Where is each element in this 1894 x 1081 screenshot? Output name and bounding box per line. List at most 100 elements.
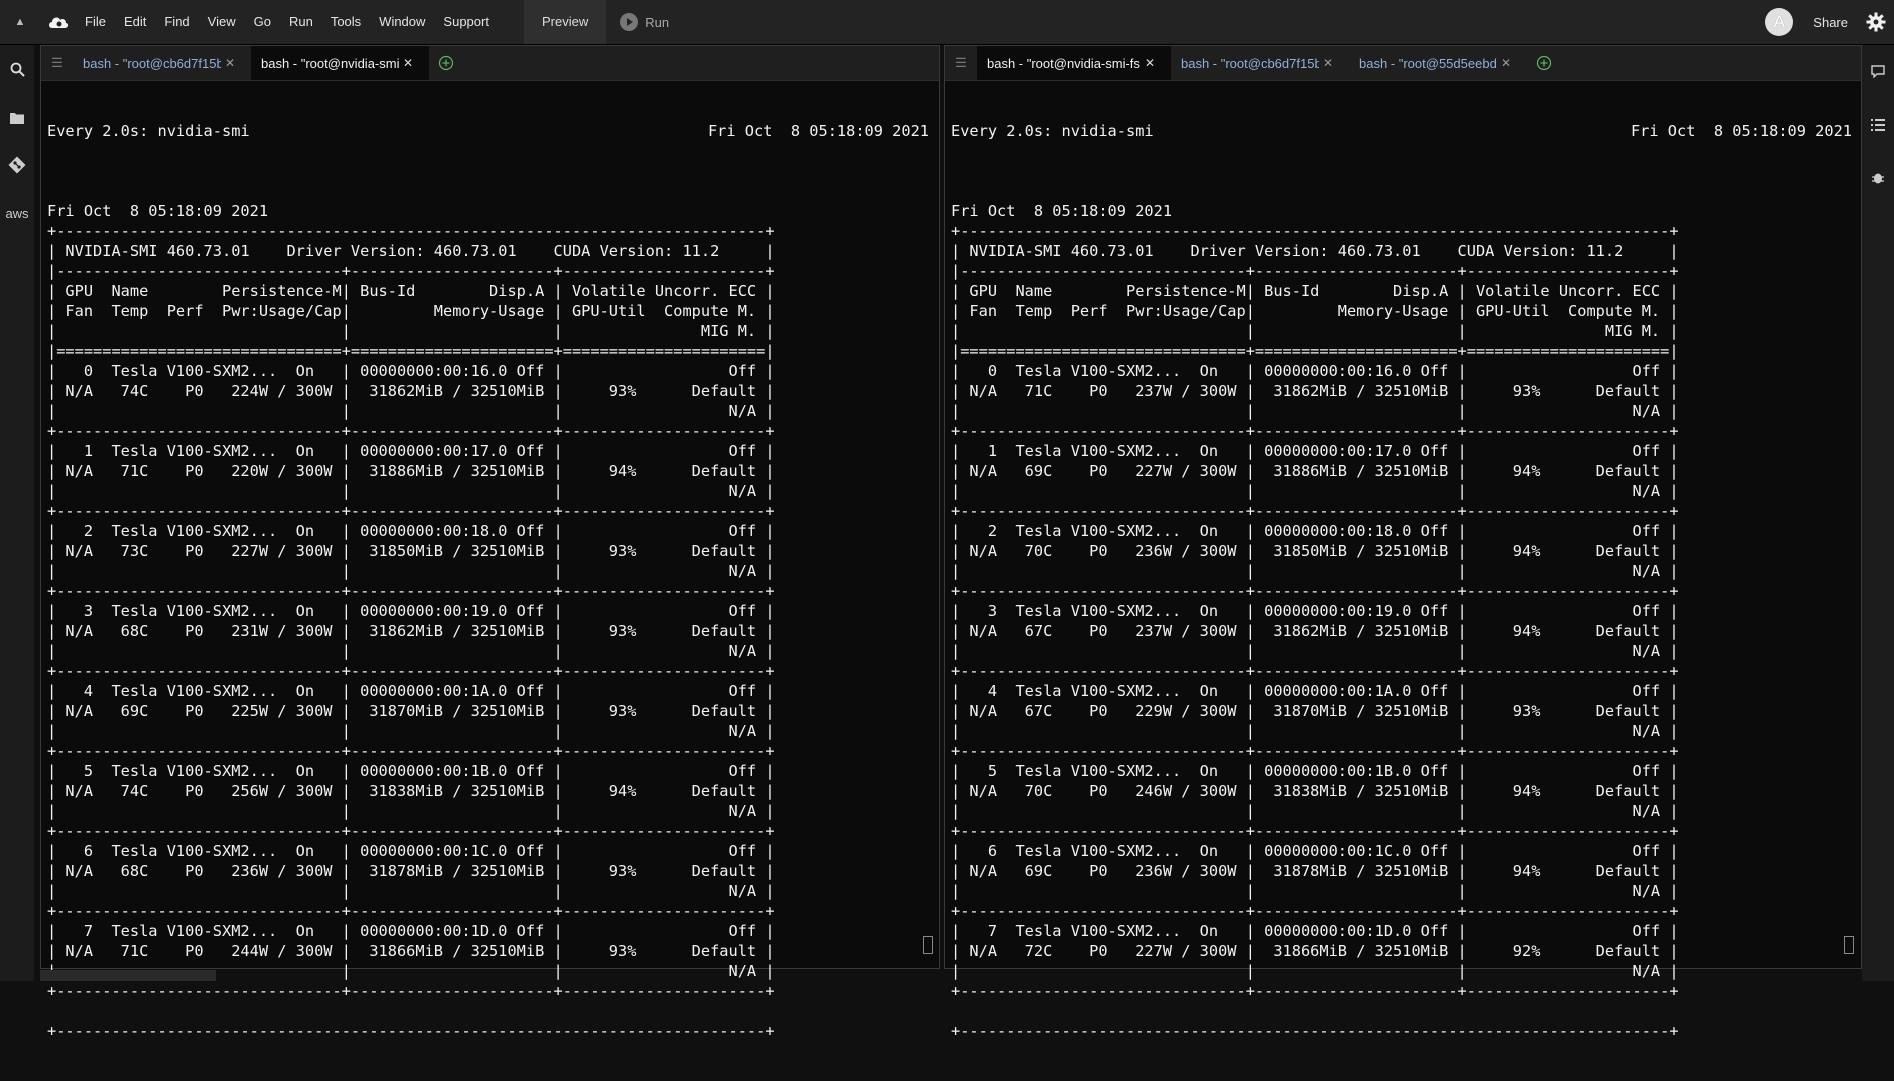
close-icon[interactable]: ✕ — [225, 56, 235, 70]
terminal-output-right[interactable]: Every 2.0s: nvidia-smi Fri Oct 8 05:18:09… — [945, 81, 1861, 1081]
menu-run[interactable]: Run — [280, 0, 322, 44]
left-activity-bar: aws — [0, 45, 34, 981]
tab-bash-nvidia-smi-m[interactable]: bash - "root@nvidia-smi-m ✕ — [251, 46, 429, 80]
scrollbar[interactable] — [1844, 936, 1854, 954]
terminal-line: |===============================+=======… — [951, 342, 1679, 360]
close-icon[interactable]: ✕ — [1323, 56, 1333, 70]
terminal-line: +-------------------------------+-------… — [951, 982, 1679, 1000]
pane-menu-icon[interactable]: ☰ — [945, 46, 977, 80]
terminal-line: | NVIDIA-SMI 460.73.01 Driver Version: 4… — [951, 242, 1679, 260]
tab-bash-55d5eebd6e[interactable]: bash - "root@55d5eebd6e ✕ — [1349, 46, 1527, 80]
aws-icon[interactable]: aws — [0, 189, 34, 237]
menu-window[interactable]: Window — [370, 0, 434, 44]
close-icon[interactable]: ✕ — [1501, 56, 1511, 70]
terminal-line: | 3 Tesla V100-SXM2... On | 00000000:00:… — [47, 602, 775, 620]
search-icon[interactable] — [0, 45, 34, 93]
watch-command: Every 2.0s: nvidia-smi — [951, 122, 1154, 140]
avatar[interactable]: A — [1765, 8, 1794, 36]
terminal-line: | N/A 73C P0 227W / 300W | 31850MiB / 32… — [47, 542, 775, 560]
close-icon[interactable]: ✕ — [1145, 56, 1155, 70]
terminal-line: | 5 Tesla V100-SXM2... On | 00000000:00:… — [951, 762, 1679, 780]
terminal-line: | N/A 71C P0 237W / 300W | 31862MiB / 32… — [951, 382, 1679, 400]
preview-button[interactable]: Preview — [523, 0, 607, 44]
terminal-line: | 6 Tesla V100-SXM2... On | 00000000:00:… — [951, 842, 1679, 860]
terminal-line: | N/A 68C P0 231W / 300W | 31862MiB / 32… — [47, 622, 775, 640]
terminal-line: | 7 Tesla V100-SXM2... On | 00000000:00:… — [47, 922, 775, 940]
terminal-line: | | | N/A | — [47, 402, 775, 420]
cloud9-logo-icon[interactable] — [40, 14, 76, 30]
tab-bash-cb6d7f15b9[interactable]: bash - "root@cb6d7f15b9 ✕ — [1171, 46, 1349, 80]
git-icon[interactable] — [0, 141, 34, 189]
comment-icon[interactable] — [1862, 45, 1894, 98]
terminal-line: | N/A 67C P0 237W / 300W | 31862MiB / 32… — [951, 622, 1679, 640]
terminal-output-left[interactable]: Every 2.0s: nvidia-smi Fri Oct 8 05:18:09… — [41, 81, 939, 1081]
terminal-line: | | | MIG M. | — [951, 322, 1679, 340]
terminal-line: | 5 Tesla V100-SXM2... On | 00000000:00:… — [47, 762, 775, 780]
close-icon[interactable]: ✕ — [403, 56, 413, 70]
menu-tools[interactable]: Tools — [322, 0, 370, 44]
terminal-line: | 4 Tesla V100-SXM2... On | 00000000:00:… — [951, 682, 1679, 700]
terminal-line: +---------------------------------------… — [47, 1022, 775, 1040]
tab-bash-nvidia-smi-fs[interactable]: bash - "root@nvidia-smi-fs ✕ — [977, 46, 1171, 80]
terminal-line: +-------------------------------+-------… — [47, 982, 775, 1000]
terminal-line: | N/A 72C P0 227W / 300W | 31866MiB / 32… — [951, 942, 1679, 960]
menu-go[interactable]: Go — [245, 0, 280, 44]
debug-icon[interactable] — [1862, 151, 1894, 204]
terminal-line: Fri Oct 8 05:18:09 2021 — [47, 202, 269, 220]
terminal-line: +---------------------------------------… — [951, 222, 1679, 240]
run-button[interactable]: Run — [606, 13, 683, 31]
scrollbar[interactable] — [923, 936, 933, 954]
gear-icon[interactable] — [1862, 12, 1890, 32]
terminal-line: | 7 Tesla V100-SXM2... On | 00000000:00:… — [951, 922, 1679, 940]
terminal-line: | | | N/A | — [47, 642, 775, 660]
terminal-line: | N/A 69C P0 225W / 300W | 31870MiB / 32… — [47, 702, 775, 720]
menu-view[interactable]: View — [199, 0, 245, 44]
terminal-line: | | | N/A | — [951, 722, 1679, 740]
watch-timestamp: Fri Oct 8 05:18:09 2021 — [1630, 122, 1852, 140]
menu-support[interactable]: Support — [434, 0, 498, 44]
add-tab-icon[interactable] — [429, 46, 463, 80]
terminal-line: |-------------------------------+-------… — [951, 262, 1679, 280]
terminal-line: | NVIDIA-SMI 460.73.01 Driver Version: 4… — [47, 242, 775, 260]
terminal-line: +-------------------------------+-------… — [951, 902, 1679, 920]
pane-menu-icon[interactable]: ☰ — [41, 46, 73, 80]
terminal-line: | 6 Tesla V100-SXM2... On | 00000000:00:… — [47, 842, 775, 860]
bottom-panel-tab[interactable] — [40, 970, 216, 981]
add-tab-icon[interactable] — [1527, 46, 1561, 80]
terminal-line: | N/A 70C P0 236W / 300W | 31850MiB / 32… — [951, 542, 1679, 560]
terminal-line: | | | N/A | — [951, 802, 1679, 820]
terminal-line: | | | N/A | — [951, 402, 1679, 420]
terminal-line: | | | N/A | — [47, 562, 775, 580]
terminal-line: | | | N/A | — [47, 802, 775, 820]
watch-timestamp: Fri Oct 8 05:18:09 2021 — [707, 122, 929, 140]
collapse-menu-icon[interactable]: ▲ — [0, 16, 40, 28]
terminal-line: | N/A 71C P0 244W / 300W | 31866MiB / 32… — [47, 942, 775, 960]
watch-header: Every 2.0s: nvidia-smi Fri Oct 8 05:18:09… — [47, 121, 929, 141]
terminal-line: +-------------------------------+-------… — [47, 662, 775, 680]
watch-command: Every 2.0s: nvidia-smi — [47, 122, 250, 140]
tab-bar-left: ☰ bash - "root@cb6d7f15b9 ✕ bash - "root… — [41, 46, 939, 81]
terminal-pane-left: ☰ bash - "root@cb6d7f15b9 ✕ bash - "root… — [40, 45, 940, 1040]
terminal-line: +-------------------------------+-------… — [951, 422, 1679, 440]
outline-icon[interactable] — [1862, 98, 1894, 151]
terminal-line: | 2 Tesla V100-SXM2... On | 00000000:00:… — [951, 522, 1679, 540]
run-label: Run — [645, 14, 670, 30]
share-button[interactable]: Share — [1813, 15, 1848, 30]
menu-find[interactable]: Find — [155, 0, 198, 44]
terminal-line: | 1 Tesla V100-SXM2... On | 00000000:00:… — [47, 442, 775, 460]
terminal-line: +---------------------------------------… — [951, 1022, 1679, 1040]
terminal-line: Fri Oct 8 05:18:09 2021 — [951, 202, 1173, 220]
terminal-line: +-------------------------------+-------… — [47, 582, 775, 600]
terminal-line: +-------------------------------+-------… — [47, 902, 775, 920]
menu-edit[interactable]: Edit — [115, 0, 155, 44]
terminal-line: +-------------------------------+-------… — [47, 502, 775, 520]
menu-file[interactable]: File — [76, 0, 115, 44]
files-icon[interactable] — [0, 93, 34, 141]
tab-bash-cb6d7f15b9[interactable]: bash - "root@cb6d7f15b9 ✕ — [73, 46, 251, 80]
terminal-line: | GPU Name Persistence-M| Bus-Id Disp.A … — [47, 282, 775, 300]
terminal-line: | | | N/A | — [951, 482, 1679, 500]
terminal-line: | N/A 71C P0 220W / 300W | 31886MiB / 32… — [47, 462, 775, 480]
